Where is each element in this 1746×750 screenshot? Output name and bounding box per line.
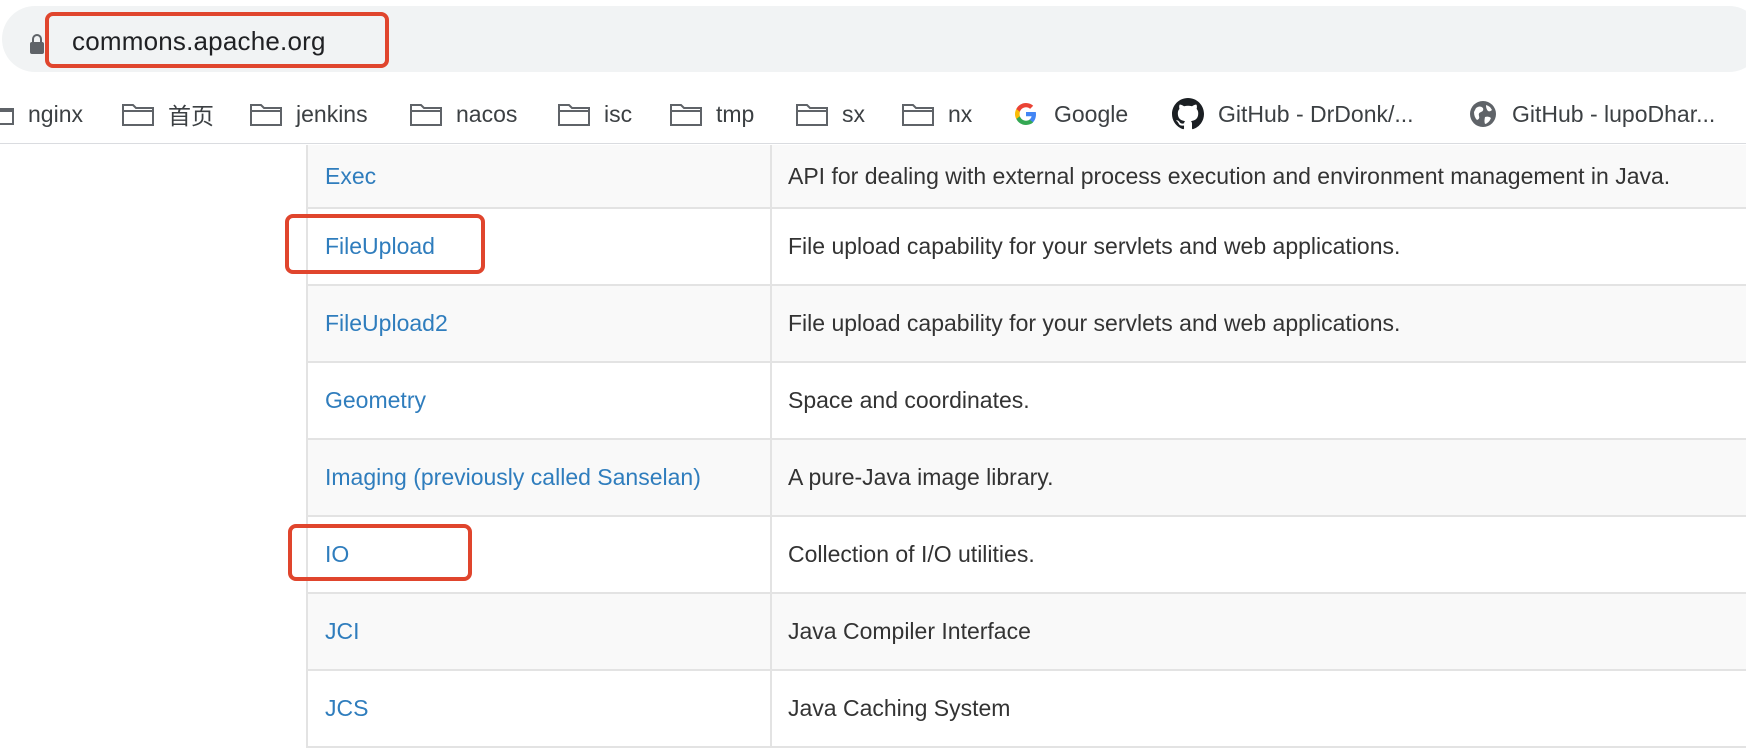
table-row: IO Collection of I/O utilities.: [306, 515, 1746, 594]
component-description: File upload capability for your servlets…: [771, 207, 1746, 286]
component-link-io[interactable]: IO: [325, 541, 349, 567]
folder-icon: [410, 104, 442, 126]
browser-toolbar: commons.apache.org: [0, 0, 1746, 84]
component-link-imaging[interactable]: Imaging (previously called Sanselan): [325, 464, 701, 490]
bookmark-tmp[interactable]: tmp: [670, 84, 755, 143]
component-description: Space and coordinates.: [771, 361, 1746, 440]
bookmark-nginx[interactable]: nginx: [0, 84, 83, 143]
components-section: Exec API for dealing with external proce…: [0, 145, 1746, 750]
component-description: Java Caching System: [771, 669, 1746, 748]
folder-icon: [250, 104, 282, 126]
folder-icon: [796, 104, 828, 126]
bookmark-label: GitHub - DrDonk/...: [1218, 100, 1414, 127]
component-link-jci[interactable]: JCI: [325, 618, 360, 644]
component-link-geometry[interactable]: Geometry: [325, 387, 426, 413]
table-row: JCS Java Caching System: [306, 669, 1746, 748]
address-bar[interactable]: commons.apache.org: [2, 6, 1746, 72]
google-icon: [1015, 103, 1036, 125]
url-text[interactable]: commons.apache.org: [72, 26, 326, 57]
table-row: JCI Java Compiler Interface: [306, 592, 1746, 671]
bookmark-label: nacos: [456, 100, 518, 127]
component-name-cell: JCS: [306, 669, 772, 748]
component-name-cell: FileUpload2: [306, 284, 772, 363]
table-row: FileUpload2 File upload capability for y…: [306, 284, 1746, 363]
bookmark-label: nginx: [28, 100, 83, 127]
bookmark-nx[interactable]: nx: [902, 84, 973, 143]
component-description: File upload capability for your servlets…: [771, 284, 1746, 363]
table-row: FileUpload File upload capability for yo…: [306, 207, 1746, 286]
bookmark-label: sx: [842, 100, 865, 127]
bookmarks-bar: nginx 首页 jenkins nacos isc tmp sx nx Goo…: [0, 84, 1746, 144]
component-name-cell: Geometry: [306, 361, 772, 440]
component-name-cell: FileUpload: [306, 207, 772, 286]
bookmark-isc[interactable]: isc: [558, 84, 633, 143]
bookmark-label: nx: [948, 100, 973, 127]
component-description: API for dealing with external process ex…: [771, 145, 1746, 209]
table-row: Geometry Space and coordinates.: [306, 361, 1746, 440]
bookmark-jenkins[interactable]: jenkins: [250, 84, 368, 143]
component-description: Collection of I/O utilities.: [771, 515, 1746, 594]
component-name-cell: JCI: [306, 592, 772, 671]
bookmark-label: tmp: [716, 100, 755, 127]
lock-icon: [30, 34, 44, 54]
table-row: Imaging (previously called Sanselan) A p…: [306, 438, 1746, 517]
component-description: Java Compiler Interface: [771, 592, 1746, 671]
component-link-fileupload[interactable]: FileUpload: [325, 233, 435, 259]
folder-icon: [558, 104, 590, 126]
component-link-fileupload2[interactable]: FileUpload2: [325, 310, 448, 336]
bookmark-label: isc: [604, 100, 633, 127]
github-icon: [1172, 98, 1204, 130]
bookmark-homepage[interactable]: 首页: [122, 84, 214, 143]
table-row: Exec API for dealing with external proce…: [306, 145, 1746, 209]
component-name-cell: Imaging (previously called Sanselan): [306, 438, 772, 517]
folder-icon: [670, 104, 702, 126]
component-name-cell: IO: [306, 515, 772, 594]
bookmark-sx[interactable]: sx: [796, 84, 865, 143]
folder-icon: [0, 108, 14, 125]
folder-icon: [902, 104, 934, 126]
bookmark-github-lupodhar[interactable]: GitHub - lupoDhar...: [1468, 84, 1716, 143]
bookmark-label: 首页: [168, 103, 214, 129]
bookmark-google[interactable]: Google: [1012, 84, 1129, 143]
bookmark-github-drdonk[interactable]: GitHub - DrDonk/...: [1172, 84, 1414, 143]
bookmark-nacos[interactable]: nacos: [410, 84, 518, 143]
component-description: A pure-Java image library.: [771, 438, 1746, 517]
component-link-jcs[interactable]: JCS: [325, 695, 368, 721]
bookmark-label: GitHub - lupoDhar...: [1512, 100, 1716, 127]
bookmark-label: Google: [1054, 100, 1129, 127]
components-table: Exec API for dealing with external proce…: [306, 145, 1746, 748]
component-name-cell: Exec: [306, 145, 772, 209]
globe-icon: [1470, 101, 1496, 127]
bookmark-label: jenkins: [296, 100, 368, 127]
component-link-exec[interactable]: Exec: [325, 163, 376, 189]
folder-icon: [122, 104, 154, 126]
